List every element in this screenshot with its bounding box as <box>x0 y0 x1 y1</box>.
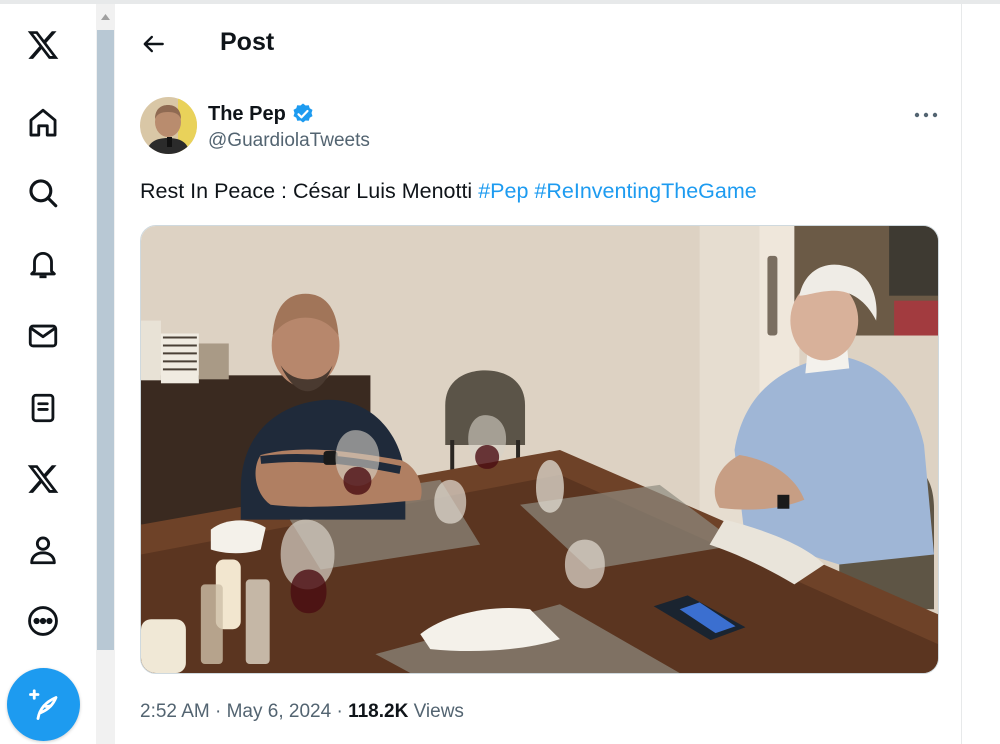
verified-badge-icon[interactable] <box>291 102 315 126</box>
more-options-button[interactable] <box>908 100 944 130</box>
hashtag-link[interactable]: #Pep <box>478 179 528 203</box>
lists-icon[interactable] <box>20 385 66 431</box>
compose-post-button[interactable] <box>7 668 80 741</box>
scrollbar-thumb[interactable] <box>97 30 114 650</box>
post-time[interactable]: 2:52 AM <box>140 701 210 722</box>
scrollbar[interactable] <box>96 4 115 744</box>
sidebar-nav <box>0 4 90 744</box>
page-title: Post <box>220 28 275 56</box>
post-header: Post <box>116 4 962 84</box>
scroll-up-arrow-icon[interactable] <box>96 10 115 24</box>
search-icon[interactable] <box>20 170 66 216</box>
display-name-text: The Pep <box>208 102 286 125</box>
post-body-text: Rest In Peace : César Luis Menotti <box>140 179 473 203</box>
messages-icon[interactable] <box>20 313 66 359</box>
photo-image <box>141 226 938 673</box>
compose-post-icon <box>28 688 57 720</box>
back-arrow-icon <box>143 35 164 53</box>
right-pane <box>962 4 1000 744</box>
views-label: Views <box>413 701 464 722</box>
display-name[interactable]: The Pep <box>208 102 315 126</box>
post-metadata: 2:52 AM · May 6, 2024 · 118.2K Views <box>140 701 464 723</box>
separator-dot: · <box>336 701 343 722</box>
post-date[interactable]: May 6, 2024 <box>227 701 332 722</box>
home-icon[interactable] <box>20 100 66 146</box>
more-icon[interactable] <box>20 598 66 644</box>
x-logo-icon[interactable] <box>20 22 66 68</box>
views-count: 118.2K <box>348 701 409 722</box>
premium-x-icon[interactable] <box>20 456 66 502</box>
separator-dot: · <box>215 701 222 722</box>
post-text: Rest In Peace : César Luis Menotti #Pep … <box>140 179 757 204</box>
notifications-icon[interactable] <box>20 241 66 287</box>
ellipsis-icon <box>914 112 938 118</box>
user-handle[interactable]: @GuardiolaTweets <box>208 130 370 152</box>
avatar[interactable] <box>140 97 197 154</box>
back-button[interactable] <box>136 26 172 62</box>
profile-icon[interactable] <box>20 527 66 573</box>
hashtag-link[interactable]: #ReInventingTheGame <box>534 179 756 203</box>
post-photo[interactable] <box>140 225 939 674</box>
post-detail-column: Post The Pep @GuardiolaTweets Rest In Pe… <box>116 4 962 744</box>
